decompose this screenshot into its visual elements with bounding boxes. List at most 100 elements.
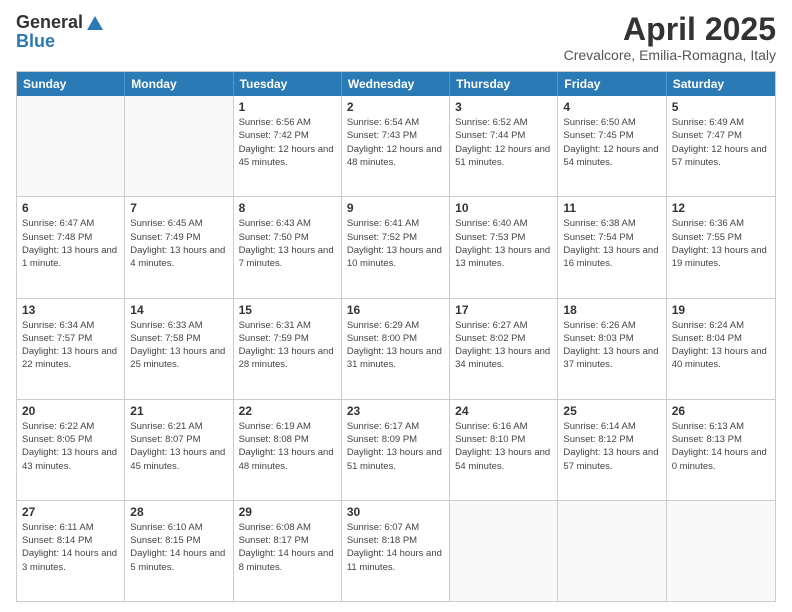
calendar-cell [450, 501, 558, 601]
day-number: 12 [672, 201, 770, 215]
calendar-cell: 21 Sunrise: 6:21 AM Sunset: 8:07 PM Dayli… [125, 400, 233, 500]
logo: General Blue [16, 12, 104, 52]
day-info: Sunrise: 6:10 AM Sunset: 8:15 PM Dayligh… [130, 521, 227, 574]
calendar-row: 1 Sunrise: 6:56 AM Sunset: 7:42 PM Daylig… [17, 96, 775, 196]
calendar-header-cell: Thursday [450, 72, 558, 96]
day-info: Sunrise: 6:08 AM Sunset: 8:17 PM Dayligh… [239, 521, 336, 574]
day-info: Sunrise: 6:29 AM Sunset: 8:00 PM Dayligh… [347, 319, 444, 372]
day-info: Sunrise: 6:54 AM Sunset: 7:43 PM Dayligh… [347, 116, 444, 169]
day-info: Sunrise: 6:50 AM Sunset: 7:45 PM Dayligh… [563, 116, 660, 169]
calendar-cell: 29 Sunrise: 6:08 AM Sunset: 8:17 PM Dayli… [234, 501, 342, 601]
calendar-cell: 4 Sunrise: 6:50 AM Sunset: 7:45 PM Daylig… [558, 96, 666, 196]
calendar-header: SundayMondayTuesdayWednesdayThursdayFrid… [17, 72, 775, 96]
calendar-cell: 10 Sunrise: 6:40 AM Sunset: 7:53 PM Dayli… [450, 197, 558, 297]
calendar-cell: 6Sunrise: 6:47 AM Sunset: 7:48 PM Daylig… [17, 197, 125, 297]
calendar-row: 6Sunrise: 6:47 AM Sunset: 7:48 PM Daylig… [17, 196, 775, 297]
day-info: Sunrise: 6:24 AM Sunset: 8:04 PM Dayligh… [672, 319, 770, 372]
calendar-cell: 22Sunrise: 6:19 AM Sunset: 8:08 PM Dayli… [234, 400, 342, 500]
calendar-cell: 27 Sunrise: 6:11 AM Sunset: 8:14 PM Dayli… [17, 501, 125, 601]
day-number: 13 [22, 303, 119, 317]
day-info: Sunrise: 6:34 AM Sunset: 7:57 PM Dayligh… [22, 319, 119, 372]
day-info: Sunrise: 6:52 AM Sunset: 7:44 PM Dayligh… [455, 116, 552, 169]
calendar-cell: 26Sunrise: 6:13 AM Sunset: 8:13 PM Dayli… [667, 400, 775, 500]
calendar-cell: 1 Sunrise: 6:56 AM Sunset: 7:42 PM Daylig… [234, 96, 342, 196]
day-info: Sunrise: 6:22 AM Sunset: 8:05 PM Dayligh… [22, 420, 119, 473]
day-number: 15 [239, 303, 336, 317]
day-info: Sunrise: 6:41 AM Sunset: 7:52 PM Dayligh… [347, 217, 444, 270]
logo-triangle-icon [86, 14, 104, 32]
title-section: April 2025 Crevalcore, Emilia-Romagna, I… [564, 12, 776, 63]
day-info: Sunrise: 6:36 AM Sunset: 7:55 PM Dayligh… [672, 217, 770, 270]
calendar-header-cell: Monday [125, 72, 233, 96]
logo-general: General [16, 12, 83, 33]
calendar-cell [125, 96, 233, 196]
location: Crevalcore, Emilia-Romagna, Italy [564, 47, 776, 63]
page: General Blue April 2025 Crevalcore, Emil… [0, 0, 792, 612]
day-number: 9 [347, 201, 444, 215]
day-info: Sunrise: 6:43 AM Sunset: 7:50 PM Dayligh… [239, 217, 336, 270]
day-info: Sunrise: 6:56 AM Sunset: 7:42 PM Dayligh… [239, 116, 336, 169]
day-number: 24 [455, 404, 552, 418]
day-number: 1 [239, 100, 336, 114]
day-info: Sunrise: 6:40 AM Sunset: 7:53 PM Dayligh… [455, 217, 552, 270]
calendar-cell: 20Sunrise: 6:22 AM Sunset: 8:05 PM Dayli… [17, 400, 125, 500]
day-info: Sunrise: 6:49 AM Sunset: 7:47 PM Dayligh… [672, 116, 770, 169]
calendar-cell: 2Sunrise: 6:54 AM Sunset: 7:43 PM Daylig… [342, 96, 450, 196]
day-number: 7 [130, 201, 227, 215]
calendar-cell: 8 Sunrise: 6:43 AM Sunset: 7:50 PM Daylig… [234, 197, 342, 297]
calendar-cell: 11 Sunrise: 6:38 AM Sunset: 7:54 PM Dayli… [558, 197, 666, 297]
day-number: 30 [347, 505, 444, 519]
calendar-cell: 12 Sunrise: 6:36 AM Sunset: 7:55 PM Dayli… [667, 197, 775, 297]
month-title: April 2025 [564, 12, 776, 47]
day-number: 11 [563, 201, 660, 215]
calendar-row: 27 Sunrise: 6:11 AM Sunset: 8:14 PM Dayli… [17, 500, 775, 601]
day-number: 3 [455, 100, 552, 114]
day-info: Sunrise: 6:26 AM Sunset: 8:03 PM Dayligh… [563, 319, 660, 372]
day-info: Sunrise: 6:27 AM Sunset: 8:02 PM Dayligh… [455, 319, 552, 372]
day-number: 25 [563, 404, 660, 418]
day-number: 26 [672, 404, 770, 418]
calendar-header-cell: Wednesday [342, 72, 450, 96]
day-number: 4 [563, 100, 660, 114]
calendar-header-cell: Saturday [667, 72, 775, 96]
day-number: 10 [455, 201, 552, 215]
day-number: 22 [239, 404, 336, 418]
day-number: 21 [130, 404, 227, 418]
day-number: 27 [22, 505, 119, 519]
calendar: SundayMondayTuesdayWednesdayThursdayFrid… [16, 71, 776, 602]
day-info: Sunrise: 6:16 AM Sunset: 8:10 PM Dayligh… [455, 420, 552, 473]
calendar-cell: 7 Sunrise: 6:45 AM Sunset: 7:49 PM Daylig… [125, 197, 233, 297]
calendar-cell: 14 Sunrise: 6:33 AM Sunset: 7:58 PM Dayli… [125, 299, 233, 399]
day-number: 8 [239, 201, 336, 215]
calendar-cell: 3 Sunrise: 6:52 AM Sunset: 7:44 PM Daylig… [450, 96, 558, 196]
day-info: Sunrise: 6:21 AM Sunset: 8:07 PM Dayligh… [130, 420, 227, 473]
header: General Blue April 2025 Crevalcore, Emil… [16, 12, 776, 63]
day-number: 19 [672, 303, 770, 317]
day-number: 23 [347, 404, 444, 418]
calendar-cell [17, 96, 125, 196]
calendar-cell: 19 Sunrise: 6:24 AM Sunset: 8:04 PM Dayli… [667, 299, 775, 399]
day-info: Sunrise: 6:45 AM Sunset: 7:49 PM Dayligh… [130, 217, 227, 270]
calendar-cell: 9 Sunrise: 6:41 AM Sunset: 7:52 PM Daylig… [342, 197, 450, 297]
calendar-cell: 18Sunrise: 6:26 AM Sunset: 8:03 PM Dayli… [558, 299, 666, 399]
day-number: 16 [347, 303, 444, 317]
day-number: 6 [22, 201, 119, 215]
calendar-cell: 30Sunrise: 6:07 AM Sunset: 8:18 PM Dayli… [342, 501, 450, 601]
calendar-cell [667, 501, 775, 601]
day-info: Sunrise: 6:33 AM Sunset: 7:58 PM Dayligh… [130, 319, 227, 372]
calendar-row: 20Sunrise: 6:22 AM Sunset: 8:05 PM Dayli… [17, 399, 775, 500]
day-number: 29 [239, 505, 336, 519]
day-number: 5 [672, 100, 770, 114]
calendar-header-cell: Tuesday [234, 72, 342, 96]
calendar-row: 13 Sunrise: 6:34 AM Sunset: 7:57 PM Dayli… [17, 298, 775, 399]
calendar-cell: 28 Sunrise: 6:10 AM Sunset: 8:15 PM Dayli… [125, 501, 233, 601]
calendar-cell: 5 Sunrise: 6:49 AM Sunset: 7:47 PM Daylig… [667, 96, 775, 196]
day-info: Sunrise: 6:38 AM Sunset: 7:54 PM Dayligh… [563, 217, 660, 270]
day-info: Sunrise: 6:31 AM Sunset: 7:59 PM Dayligh… [239, 319, 336, 372]
calendar-cell: 25Sunrise: 6:14 AM Sunset: 8:12 PM Dayli… [558, 400, 666, 500]
calendar-cell: 15 Sunrise: 6:31 AM Sunset: 7:59 PM Dayli… [234, 299, 342, 399]
day-info: Sunrise: 6:11 AM Sunset: 8:14 PM Dayligh… [22, 521, 119, 574]
day-number: 14 [130, 303, 227, 317]
day-number: 28 [130, 505, 227, 519]
calendar-cell: 23Sunrise: 6:17 AM Sunset: 8:09 PM Dayli… [342, 400, 450, 500]
